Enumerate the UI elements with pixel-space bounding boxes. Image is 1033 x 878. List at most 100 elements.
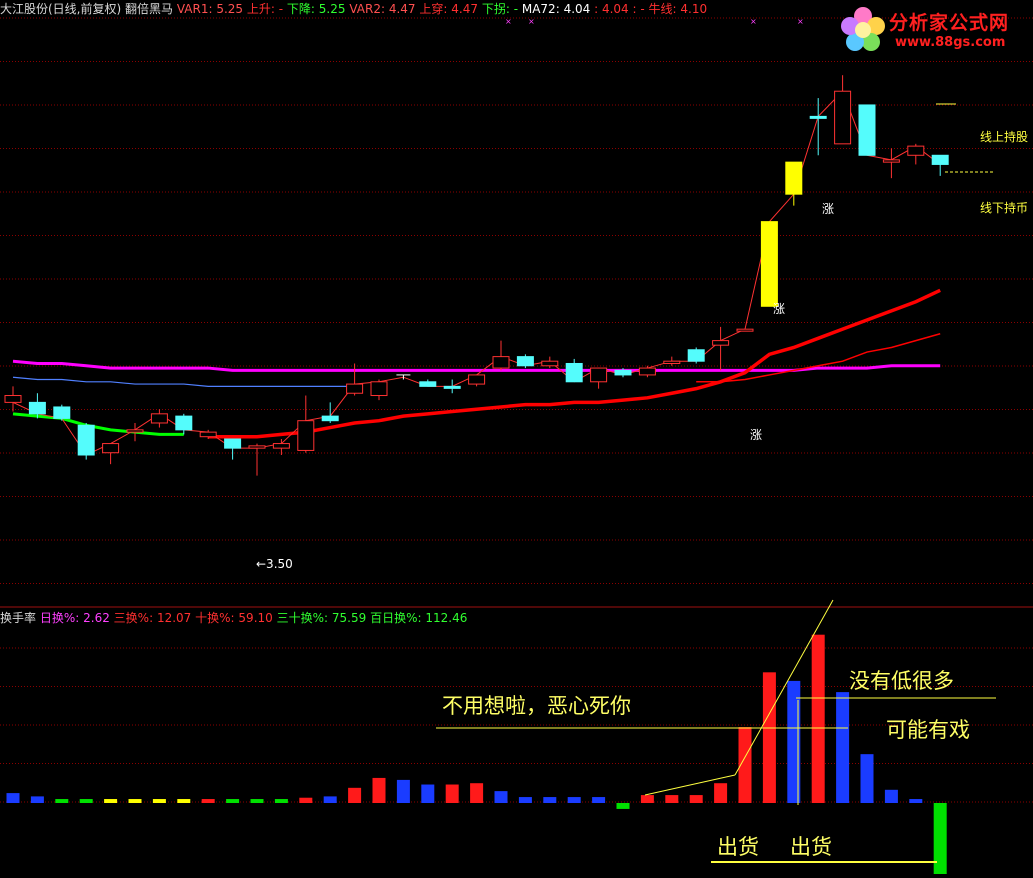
chart-title: 大江股份(日线,前复权) 翻倍黑马 [0, 2, 173, 16]
turnover-bar [445, 784, 459, 803]
annotation-not-low: 没有低很多 [849, 669, 954, 693]
d10-value: 59.10 [238, 611, 273, 625]
turnover-header: 换手率 日换%: 2.62 三换%: 12.07 十换%: 59.10 三十换%… [0, 610, 467, 626]
d3-label: 三换%: [113, 611, 154, 625]
candle-body [126, 429, 144, 433]
site-logo[interactable]: 分析家公式网 www.88gs.com [835, 2, 1031, 58]
turnover-bar [640, 795, 654, 803]
candle-body [785, 161, 803, 195]
up-label: 上升: [246, 2, 275, 16]
candle-body [809, 115, 827, 119]
turnover-bar [470, 783, 484, 803]
turnover-bar [665, 795, 679, 803]
candle-body [468, 374, 486, 385]
candle-body [736, 328, 754, 332]
rise-label: 上穿: [419, 2, 448, 16]
candle-body [53, 406, 71, 419]
turnover-bar [421, 784, 435, 803]
turnover-bar [494, 791, 508, 803]
var1-label: VAR1: [176, 2, 213, 16]
annotation-maybe: 可能有戏 [886, 718, 970, 742]
candle-body [419, 381, 437, 387]
turnover-bar [6, 793, 20, 803]
low-price-label: ←3.50 [256, 557, 293, 571]
turnover-bar [323, 796, 337, 803]
candle-body [760, 221, 778, 307]
hold-stock-label: 线上持股 [980, 130, 1029, 144]
turnover-bar [567, 797, 581, 803]
turnover-bar [30, 796, 44, 803]
annotation-no-think: 不用想啦，恶心死你 [442, 694, 631, 718]
d1-value: 2.62 [83, 611, 110, 625]
drop-value: - [513, 2, 519, 16]
candle-body [590, 367, 608, 383]
turnover-bar [104, 799, 118, 803]
turnover-bar [128, 799, 142, 803]
candle-body [297, 420, 315, 451]
turnover-bar [543, 797, 557, 803]
turnover-bar [884, 789, 898, 803]
turnover-bar [518, 797, 532, 803]
drop-label: 下拐: [481, 2, 510, 16]
d1-label: 日换%: [39, 611, 80, 625]
bull-value: 4.10 [680, 2, 708, 16]
annotation-sell-1: 出货 [717, 835, 759, 859]
candle-body [321, 415, 339, 422]
turnover-bar [274, 799, 288, 803]
candle-body [907, 145, 925, 156]
var2-value: 4.47 [388, 2, 416, 16]
marker-x: × [505, 17, 512, 26]
turnover-bar [299, 797, 313, 803]
ma72-value: 4.04 [563, 2, 591, 16]
candle-body [28, 401, 46, 415]
d100-label: 百日换%: [370, 611, 422, 625]
bull-label: 牛线: [648, 2, 677, 16]
ma72-label: MA72: [521, 2, 560, 16]
d30-value: 75.59 [331, 611, 367, 625]
candle-body [638, 367, 656, 376]
extra2: : - [632, 2, 645, 16]
candle-body [4, 395, 22, 403]
d30-label: 三十换%: [276, 611, 329, 625]
turnover-bar [933, 803, 947, 876]
up-value: - [278, 2, 284, 16]
logo-url: www.88gs.com [895, 35, 1006, 50]
turnover-bar [860, 754, 874, 803]
turnover-bar [372, 777, 386, 803]
turnover-bar [152, 799, 166, 803]
candle-body [370, 381, 388, 397]
turnover-bar [201, 799, 215, 803]
turnover-bar [811, 634, 825, 803]
candle-body [712, 340, 730, 346]
turnover-bar [714, 783, 728, 803]
candle-body [614, 369, 632, 376]
candle-body [882, 159, 900, 163]
candle-body [77, 424, 95, 456]
candle-body [248, 445, 266, 449]
candle-body [687, 349, 705, 362]
candle-body [272, 443, 290, 449]
d100-value: 112.46 [425, 611, 468, 625]
candle-body [102, 443, 120, 454]
candle-body [199, 431, 217, 438]
down-value: 5.25 [318, 2, 346, 16]
candle-body [224, 438, 242, 449]
blue-line [12, 376, 355, 387]
rise-value: 4.47 [451, 2, 478, 16]
extra1: : 4.04 [594, 2, 629, 16]
chart-canvas: × × × × [0, 17, 1033, 876]
turnover-bar [348, 787, 362, 803]
flower-logo-icon [841, 7, 885, 51]
candle-body [663, 360, 681, 364]
candle-body [516, 356, 534, 367]
candle-body [346, 383, 364, 394]
down-label: 下降: [286, 2, 315, 16]
turnover-bar [909, 799, 923, 803]
turnover-bar [396, 779, 410, 803]
turnover-bar [250, 799, 264, 803]
price-header: 大江股份(日线,前复权) 翻倍黑马 VAR1: 5.25 上升: - 下降: 5… [0, 1, 707, 17]
chart-stage: × × × × 大江股份(日线,前复权) 翻倍黑马 VAR1: 5.25 上升: - … [0, 0, 1033, 876]
close-trail-line [12, 90, 941, 456]
candle-body [175, 415, 193, 431]
turnover-bar [79, 799, 93, 803]
